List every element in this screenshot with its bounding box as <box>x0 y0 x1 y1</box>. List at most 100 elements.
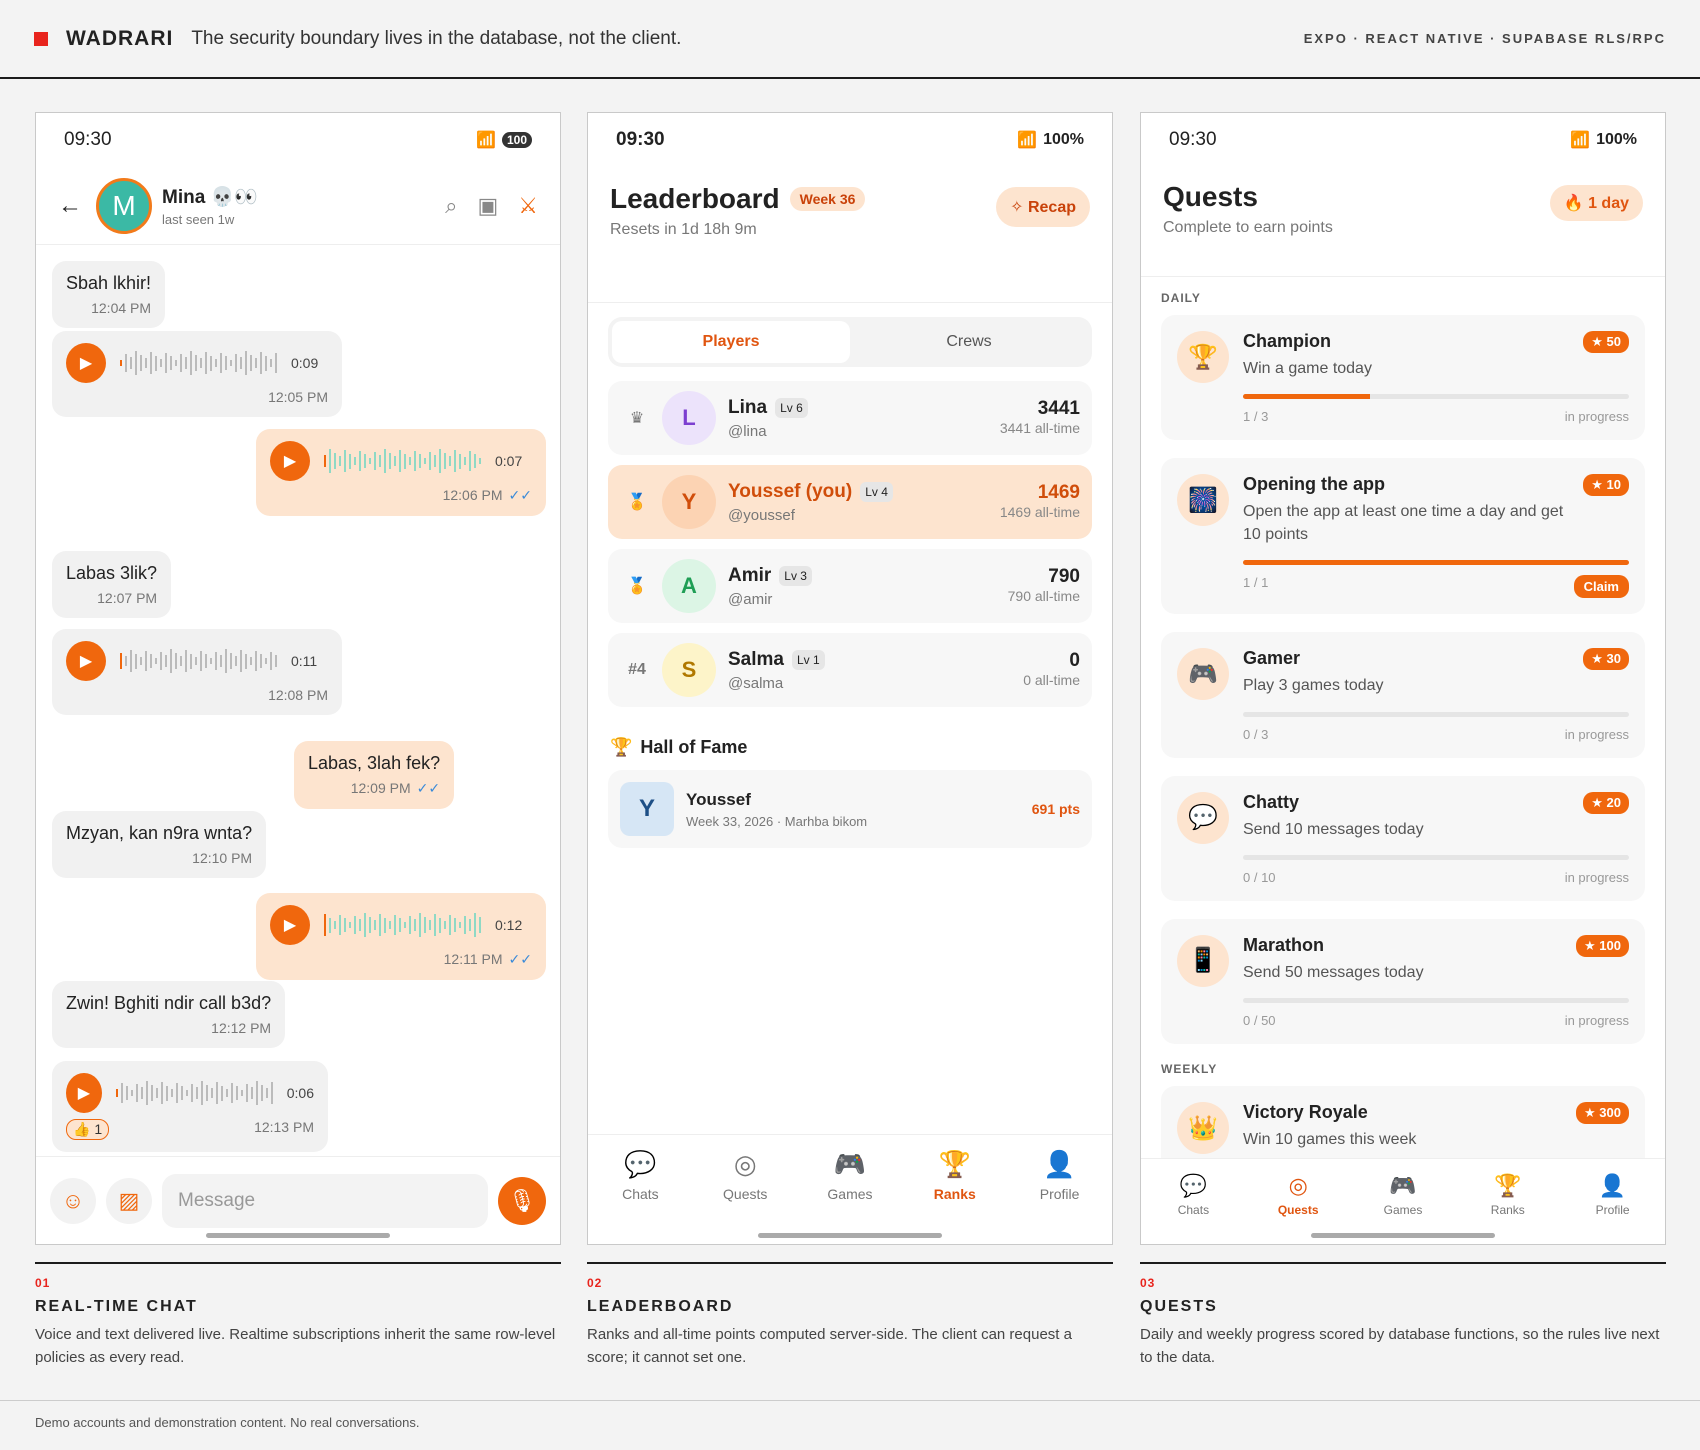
avatar[interactable]: M <box>96 177 152 234</box>
streak-badge[interactable]: 🔥 1 day <box>1549 185 1643 221</box>
waveform-bar <box>215 1081 218 1105</box>
waveform-bar <box>419 454 421 468</box>
message-bubble[interactable]: Zwin! Bghiti ndir call b3d? 12:12 PM <box>52 981 286 1048</box>
nav-ranks[interactable]: 🏆 Ranks <box>902 1149 1007 1244</box>
waveform-bar <box>394 456 396 466</box>
gamepad-icon: 🎮 <box>1389 1173 1417 1198</box>
waveform-bar <box>464 457 466 465</box>
back-arrow-icon[interactable]: ← <box>58 192 82 220</box>
avatar: A <box>662 559 716 613</box>
voice-message[interactable]: ▶ 0:07 12:06 PM ✓✓ <box>256 429 546 516</box>
voice-message[interactable]: ▶ 0:09 12:05 PM <box>52 331 342 417</box>
play-icon[interactable]: ▶ <box>270 441 310 481</box>
person-icon: 👤 <box>1598 1173 1627 1198</box>
waveform-bar <box>135 351 137 375</box>
nav-label: Profile <box>1039 1186 1080 1202</box>
tab-players[interactable]: Players <box>612 321 850 363</box>
search-icon[interactable]: ⌕ <box>445 193 457 219</box>
play-icon[interactable]: ▶ <box>66 1073 102 1113</box>
quest-card[interactable]: 💬 Chatty Send 10 messages today 0 / 10 in p… <box>1161 775 1645 901</box>
message-time: 12:07 PM <box>97 590 158 606</box>
nav-chats[interactable]: 💬 Chats <box>588 1149 693 1244</box>
waveform-bar <box>235 1086 238 1100</box>
recap-label: Recap <box>1027 199 1076 216</box>
play-icon[interactable]: ▶ <box>66 343 106 383</box>
nav-chats[interactable]: 💬 Chats <box>1141 1173 1246 1244</box>
quest-description: Win a game today <box>1243 360 1372 377</box>
progress-bar <box>1243 394 1629 400</box>
hof-entry[interactable]: Y Youssef Week 33, 2026 · Marhba bikom 69… <box>608 770 1092 848</box>
quest-card[interactable]: 🎆 Opening the app Open the app at least o… <box>1161 458 1645 615</box>
nav-profile[interactable]: 👤 Profile <box>1560 1173 1665 1244</box>
reaction-badge[interactable]: 👍 1 <box>66 1119 110 1140</box>
leaderboard-row[interactable]: #4 S Salma Lv 1 @salma 00 all-time <box>608 633 1092 707</box>
footer-note: Demo accounts and demonstration content.… <box>0 1400 1700 1444</box>
nav-games[interactable]: 🎮 Games <box>798 1149 903 1244</box>
emoji-icon[interactable]: ☺ <box>50 1177 96 1224</box>
waveform-bar <box>454 918 456 932</box>
waveform-bar <box>384 449 386 473</box>
progress-bar <box>1243 560 1629 566</box>
caption-number: 01 <box>35 1276 51 1290</box>
waveform-bar <box>140 657 142 665</box>
message-bubble[interactable]: Sbah lkhir! 12:04 PM <box>52 261 166 328</box>
play-icon[interactable]: ▶ <box>66 641 106 681</box>
tab-crews[interactable]: Crews <box>850 321 1088 363</box>
claim-button[interactable]: Claim <box>1573 575 1629 599</box>
voice-message[interactable]: ▶ 0:11 12:08 PM <box>52 629 342 715</box>
waveform-bar <box>364 913 366 937</box>
waveform-bar <box>260 351 262 375</box>
waveform-bar <box>170 649 172 673</box>
composer: ☺ ▨ Message 🎙 <box>36 1156 560 1244</box>
waveform-bar <box>175 652 177 670</box>
voice-message[interactable]: ▶ 0:06 👍 1 12:13 PM <box>52 1061 328 1152</box>
waveform-bar <box>150 654 152 668</box>
message-bubble[interactable]: Labas 3lik? 12:07 PM <box>52 551 172 618</box>
quest-card[interactable]: 🏆 Champion Win a game today 1 / 3 in progre… <box>1161 315 1645 441</box>
game-swords-icon[interactable]: ⚔ <box>518 193 538 219</box>
alltime-points: 0 all-time <box>1023 672 1080 688</box>
target-icon: ◎ <box>733 1149 757 1179</box>
points-value: 300 <box>1599 1105 1621 1121</box>
waveform <box>324 448 481 474</box>
medal-icon: 🏅 <box>627 578 647 595</box>
waveform-bar <box>275 352 277 374</box>
waveform <box>115 1080 273 1106</box>
quest-card[interactable]: 📱 Marathon Send 50 messages today 0 / 50 in… <box>1161 918 1645 1045</box>
person-icon: 👤 <box>1043 1149 1076 1179</box>
nav-profile[interactable]: 👤 Profile <box>1007 1149 1112 1244</box>
player-name: Lina <box>728 396 768 418</box>
waveform-bar <box>185 1090 188 1096</box>
microphone-icon[interactable]: 🎙 <box>498 1176 546 1225</box>
trophy-icon: 🏆 <box>938 1149 971 1179</box>
waveform-bar <box>404 922 406 928</box>
star-icon: ★ <box>1591 794 1607 810</box>
quest-card[interactable]: 🎮 Gamer Play 3 games today 0 / 3 in progres… <box>1161 632 1645 758</box>
waveform-bar <box>165 352 167 374</box>
points-value: 10 <box>1606 477 1621 493</box>
waveform-bar <box>369 916 371 934</box>
alltime-points: 1469 all-time <box>999 504 1080 520</box>
message-bubble[interactable]: Mzyan, kan n9ra wnta? 12:10 PM <box>52 811 267 878</box>
message-input[interactable]: Message <box>162 1173 488 1228</box>
attach-image-icon[interactable]: ▨ <box>106 1177 152 1224</box>
voice-message[interactable]: ▶ 0:12 12:11 PM ✓✓ <box>256 893 546 980</box>
trophy-icon: 🏆 <box>610 737 633 757</box>
level-badge: Lv 3 <box>779 565 812 586</box>
play-icon[interactable]: ▶ <box>270 905 310 945</box>
recap-button[interactable]: ✧ Recap <box>996 187 1090 227</box>
streak-label: 1 day <box>1588 195 1629 212</box>
quest-icon: 👑 <box>1177 1102 1229 1155</box>
leaderboard-row[interactable]: ♛ L Lina Lv 6 @lina 3441 3441 all-time <box>608 381 1092 455</box>
leaderboard-row[interactable]: 🏅 A Amir Lv 3 @amir 790 790 all-time <box>608 549 1092 623</box>
waveform-bar <box>130 1090 133 1096</box>
waveform-bar <box>349 453 351 469</box>
leaderboard-row[interactable]: 🏅 Y Youssef (you) Lv 4 @youssef 1469 1469 … <box>608 465 1092 539</box>
player-name: Salma <box>728 648 784 670</box>
waveform-bar <box>255 650 257 672</box>
gallery-icon[interactable]: ▣ <box>477 193 498 219</box>
message-bubble[interactable]: Labas, 3lah fek? 12:09 PM ✓✓ <box>294 741 455 809</box>
waveform-bar <box>359 919 361 931</box>
waveform-bar <box>215 651 217 671</box>
nav-quests[interactable]: ◎ Quests <box>693 1149 798 1244</box>
